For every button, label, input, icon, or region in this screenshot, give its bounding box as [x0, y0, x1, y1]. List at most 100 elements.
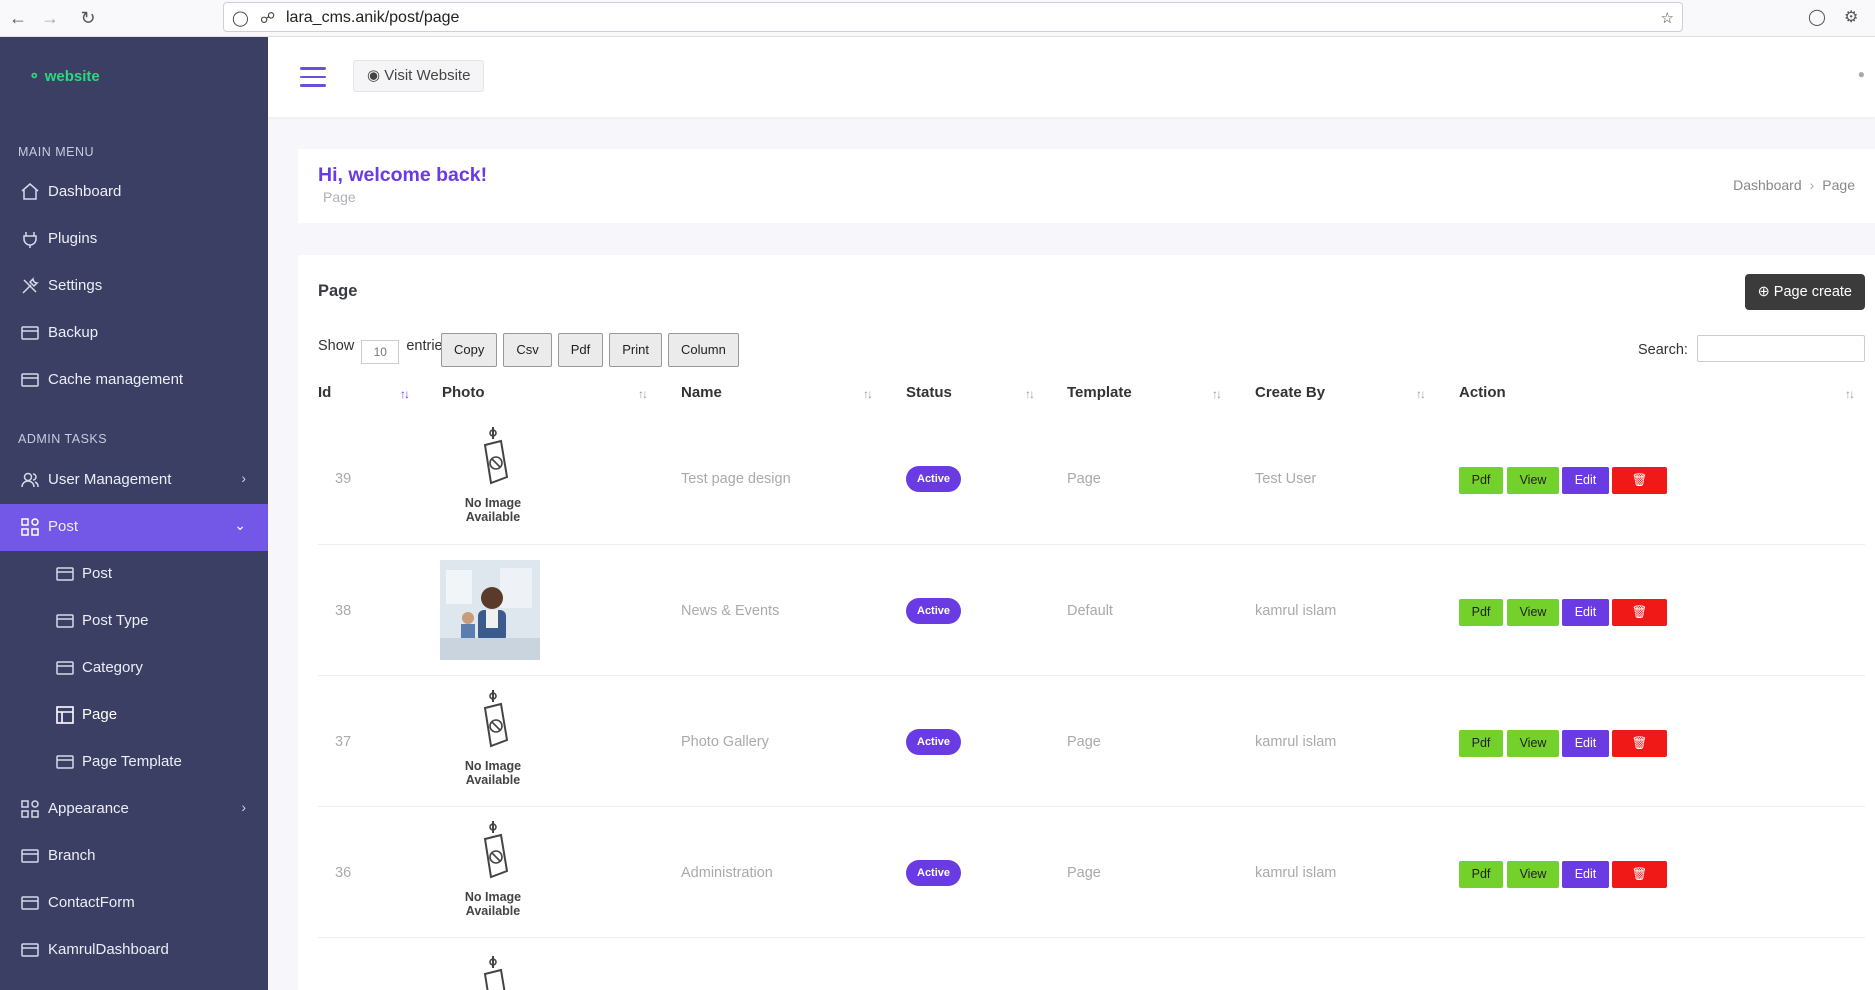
entries-select[interactable]: 10 [361, 340, 400, 364]
star-icon[interactable]: ☆ [1661, 9, 1674, 27]
welcome-card: Hi, welcome back! Page Dashboard › Page [298, 149, 1875, 223]
row-delete-button[interactable]: 🗑 Delete [1612, 861, 1667, 908]
user-icon[interactable]: ● [1858, 67, 1865, 81]
sidebar-subitem-page-template[interactable]: Page Template [0, 739, 268, 786]
column-header-action[interactable]: Action [1459, 375, 1506, 411]
column-button[interactable]: Column [668, 333, 739, 367]
welcome-subtitle: Page [323, 189, 356, 205]
cell-id: 37 [335, 734, 352, 750]
sidebar-item-label: Post [82, 565, 113, 582]
trash-icon: 🗑 [1631, 605, 1648, 619]
no-image-icon [483, 427, 509, 485]
row-view-button[interactable]: View [1507, 467, 1559, 494]
sort-icon[interactable]: ↑↓ [1416, 387, 1426, 401]
no-image-icon [483, 956, 506, 990]
extensions-icon[interactable]: ⚙ [1844, 7, 1858, 27]
pdf-export-button[interactable]: Pdf [557, 333, 604, 367]
brand-logo[interactable]: ⚬ website [28, 67, 100, 85]
sort-icon[interactable]: ↑↓ [1025, 387, 1035, 401]
layout-icon [56, 706, 74, 724]
top-header: ◉ Visit Website ● [268, 37, 1875, 117]
row-view-button[interactable]: View [1507, 730, 1559, 757]
sidebar-item-backup[interactable]: Backup [0, 310, 268, 357]
sidebar-subitem-post-type[interactable]: Post Type [0, 598, 268, 645]
csv-button[interactable]: Csv [503, 333, 552, 367]
forward-icon[interactable]: → [38, 6, 62, 30]
lock-icon[interactable]: ☍ [260, 9, 275, 27]
column-header-name[interactable]: Name [681, 375, 722, 411]
chevron-right-icon: › [241, 470, 246, 486]
sidebar-item-plugins[interactable]: Plugins [0, 216, 268, 263]
sidebar-item-settings[interactable]: Settings [0, 263, 268, 310]
sidebar-item-label: KamrulDashboard [48, 941, 169, 958]
sort-icon[interactable]: ↑↓ [400, 387, 410, 401]
visit-website-label: Visit Website [384, 67, 471, 84]
hamburger-menu-icon[interactable] [300, 67, 326, 87]
sort-icon[interactable]: ↑↓ [638, 387, 648, 401]
card-icon [56, 614, 74, 628]
row-view-button[interactable]: View [1507, 861, 1559, 888]
row-edit-button[interactable]: Edit [1562, 599, 1609, 626]
sidebar-item-kamruldashboard[interactable]: KamrulDashboard [0, 927, 268, 974]
sidebar-item-appearance[interactable]: Appearance › [0, 786, 268, 833]
row-pdf-button[interactable]: Pdf [1459, 730, 1503, 757]
row-edit-button[interactable]: Edit [1562, 861, 1609, 888]
row-pdf-button[interactable]: Pdf [1459, 599, 1503, 626]
shield-icon[interactable]: ◯ [232, 9, 249, 27]
sidebar-item-label: Page [82, 706, 118, 723]
sidebar-item-user-management[interactable]: User Management › [0, 457, 268, 504]
sidebar-item-label: Settings [48, 277, 103, 294]
sort-icon[interactable]: ↑↓ [1212, 387, 1222, 401]
trash-icon: 🗑 [1631, 736, 1648, 750]
card-title: Page [318, 282, 358, 300]
sort-icon[interactable]: ↑↓ [1845, 387, 1855, 401]
cell-name: Photo Gallery [681, 734, 769, 750]
sidebar-subitem-category[interactable]: Category [0, 645, 268, 692]
row-delete-button[interactable]: 🗑 Delete [1612, 467, 1667, 514]
reload-icon[interactable]: ↻ [76, 6, 100, 30]
column-header-status[interactable]: Status [906, 375, 952, 411]
search-input[interactable] [1697, 335, 1865, 362]
back-icon[interactable]: ← [6, 6, 30, 30]
pocket-icon[interactable]: ◯ [1808, 7, 1826, 27]
sidebar-item-post[interactable]: Post ⌄ [0, 504, 268, 551]
row-delete-button[interactable]: 🗑 Delete [1612, 599, 1667, 646]
column-header-photo[interactable]: Photo [442, 375, 485, 411]
sidebar-subitem-page[interactable]: Page [0, 692, 268, 739]
cell-create-by: kamrul islam [1255, 603, 1337, 619]
grid-icon [21, 518, 39, 536]
row-edit-button[interactable]: Edit [1562, 467, 1609, 494]
address-bar[interactable]: ◯ ☍ lara_cms.anik/post/page ☆ [223, 2, 1683, 32]
sidebar-item-label: Plugins [48, 230, 98, 247]
row-delete-button[interactable]: 🗑 Delete [1612, 730, 1667, 777]
main-menu-heading: MAIN MENU [18, 145, 95, 159]
no-image-icon [483, 690, 509, 748]
row-edit-button[interactable]: Edit [1562, 730, 1609, 757]
copy-button[interactable]: Copy [441, 333, 498, 367]
row-pdf-button[interactable]: Pdf [1459, 467, 1503, 494]
sidebar-item-contactform[interactable]: ContactForm [0, 880, 268, 927]
column-header-id[interactable]: Id [318, 375, 331, 411]
print-button[interactable]: Print [609, 333, 662, 367]
page-create-button[interactable]: ⊕ Page create [1744, 274, 1865, 310]
sidebar-item-branch[interactable]: Branch [0, 833, 268, 880]
globe-icon: ◉ [367, 67, 381, 84]
sidebar-item-dashboard[interactable]: Dashboard [0, 169, 268, 216]
row-view-button[interactable]: View [1507, 599, 1559, 626]
sidebar-item-cache-management[interactable]: Cache management [0, 357, 268, 404]
visit-website-button[interactable]: ◉ Visit Website [353, 60, 485, 92]
breadcrumb-dashboard[interactable]: Dashboard [1733, 177, 1802, 193]
page-list-card: Page ⊕ Page create Show 10 entries Copy … [298, 255, 1875, 990]
card-icon [56, 567, 74, 581]
url-text[interactable]: lara_cms.anik/post/page [286, 9, 459, 27]
sort-icon[interactable]: ↑↓ [863, 387, 873, 401]
card-icon [21, 326, 39, 340]
column-header-create-by[interactable]: Create By [1255, 375, 1325, 411]
sidebar-subitem-post[interactable]: Post [0, 551, 268, 598]
plus-circle-icon: ⊕ [1757, 284, 1770, 300]
grid-icon [21, 800, 39, 818]
show-entries: Show 10 entries [318, 338, 450, 364]
row-pdf-button[interactable]: Pdf [1459, 861, 1503, 888]
column-header-template[interactable]: Template [1067, 375, 1132, 411]
sidebar-item-label: ContactForm [48, 894, 135, 911]
